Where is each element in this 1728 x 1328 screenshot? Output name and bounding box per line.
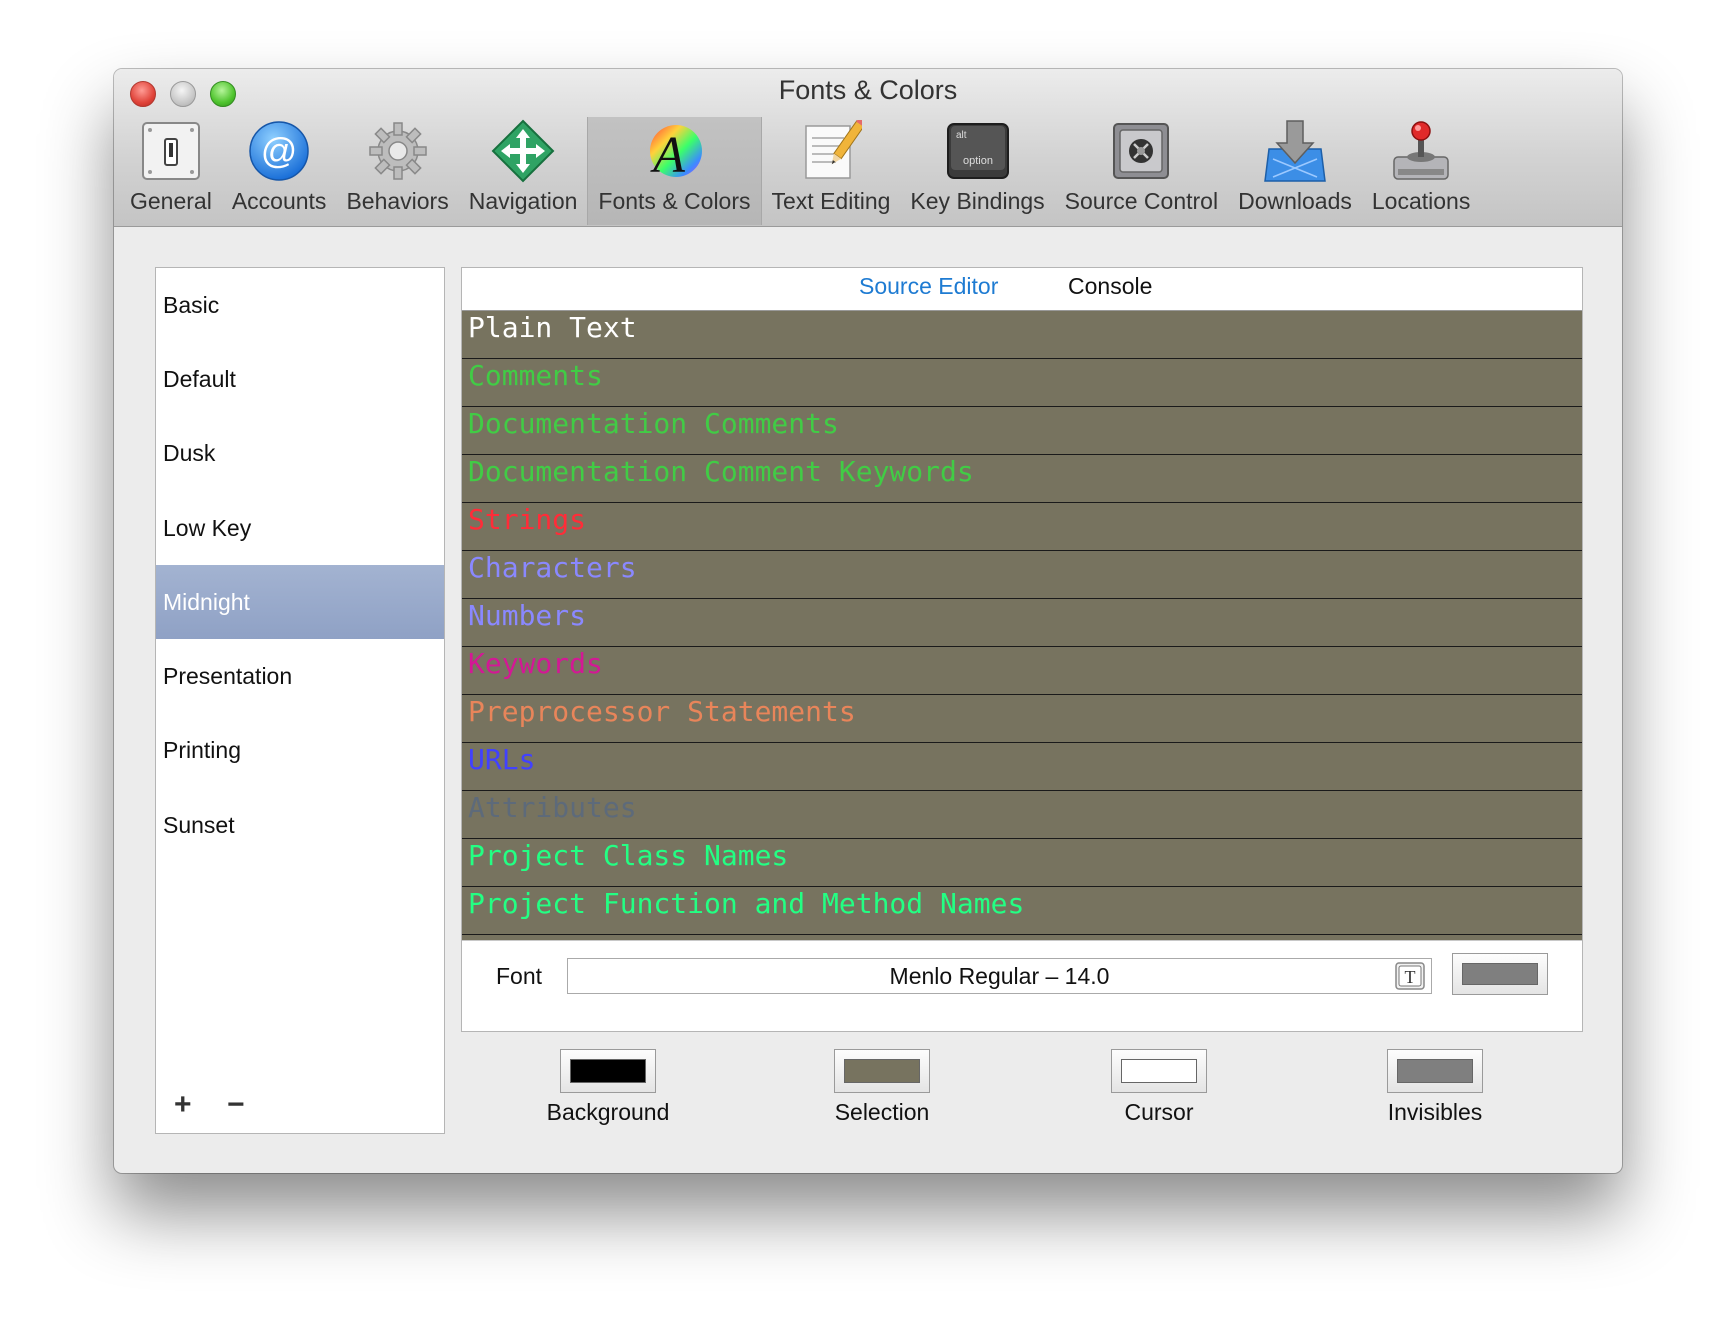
toolbar-key-bindings-label: Key Bindings	[910, 188, 1045, 214]
pencil-paper-icon	[798, 118, 864, 184]
font-row: Font Menlo Regular – 14.0 T	[462, 940, 1582, 1032]
toolbar-behaviors-label: Behaviors	[346, 188, 449, 214]
toolbar-accounts-label: Accounts	[231, 188, 327, 214]
syntax-row[interactable]: Project Class Names	[462, 839, 1582, 887]
invisibles-label: Invisibles	[1387, 1099, 1483, 1125]
syntax-row[interactable]: Comments	[462, 359, 1582, 407]
font-label: Font	[496, 963, 543, 989]
switch-icon	[138, 118, 204, 184]
syntax-colors-panel: Source Editor Console Plain Text Comments…	[461, 267, 1583, 1032]
font-color-fill	[1462, 963, 1538, 985]
theme-item-basic[interactable]: Basic	[156, 268, 444, 342]
background-color-fill	[570, 1059, 646, 1083]
selection-color-well[interactable]	[834, 1049, 930, 1093]
svg-text:@: @	[261, 130, 298, 171]
preferences-toolbar: General @ Accounts Behaviors Navigation …	[120, 117, 1480, 225]
theme-list: Basic Default Dusk Low Key Midnight Pres…	[155, 267, 445, 1134]
gear-icon	[365, 118, 431, 184]
selection-label: Selection	[834, 1099, 930, 1125]
syntax-element-list[interactable]: Plain Text Comments Documentation Comments…	[462, 310, 1582, 941]
option-key-icon: alt option	[945, 118, 1011, 184]
tab-console[interactable]: Console	[1068, 273, 1152, 300]
cursor-color-well[interactable]	[1111, 1049, 1207, 1093]
background-color-well[interactable]	[560, 1049, 656, 1093]
tab-source-editor[interactable]: Source Editor	[859, 273, 998, 300]
syntax-row[interactable]: Plain Text	[462, 311, 1582, 359]
toolbar-locations-label: Locations	[1371, 188, 1471, 214]
toolbar-downloads-label: Downloads	[1238, 188, 1352, 214]
toolbar-fonts-colors[interactable]: A Fonts & Colors	[587, 117, 762, 225]
theme-item-presentation[interactable]: Presentation	[156, 639, 444, 713]
preferences-window: Fonts & Colors General @ Accounts Behavi…	[114, 69, 1622, 1173]
toolbar-behaviors[interactable]: Behaviors	[336, 117, 458, 225]
cursor-color-fill	[1121, 1059, 1197, 1083]
theme-item-dusk[interactable]: Dusk	[156, 416, 444, 490]
editor-tabs: Source Editor Console	[462, 268, 1582, 310]
remove-theme-button[interactable]: −	[227, 1088, 245, 1122]
selection-color-fill	[844, 1059, 920, 1083]
toolbar-fonts-colors-label: Fonts & Colors	[598, 188, 751, 214]
font-value: Menlo Regular – 14.0	[889, 963, 1110, 989]
syntax-row[interactable]: URLs	[462, 743, 1582, 791]
invisibles-color-well[interactable]	[1387, 1049, 1483, 1093]
syntax-row[interactable]: Documentation Comment Keywords	[462, 455, 1582, 503]
download-arrow-icon	[1262, 118, 1328, 184]
theme-item-midnight[interactable]: Midnight	[156, 565, 444, 639]
syntax-row[interactable]: Project Function and Method Names	[462, 887, 1582, 935]
syntax-row[interactable]: Documentation Comments	[462, 407, 1582, 455]
theme-item-default[interactable]: Default	[156, 342, 444, 416]
toolbar-source-control[interactable]: Source Control	[1055, 117, 1228, 225]
toolbar-navigation-label: Navigation	[468, 188, 578, 214]
background-label: Background	[546, 1099, 670, 1125]
window-title: Fonts & Colors	[778, 75, 958, 105]
safe-icon	[1108, 118, 1174, 184]
syntax-row[interactable]: Numbers	[462, 599, 1582, 647]
theme-item-printing[interactable]: Printing	[156, 713, 444, 787]
toolbar-locations[interactable]: Locations	[1362, 117, 1480, 225]
add-theme-button[interactable]: +	[174, 1088, 192, 1122]
syntax-row[interactable]: Characters	[462, 551, 1582, 599]
title-bar: Fonts & Colors General @ Accounts Behavi…	[114, 69, 1622, 227]
font-field[interactable]: Menlo Regular – 14.0 T	[567, 958, 1432, 994]
toolbar-navigation[interactable]: Navigation	[459, 117, 588, 225]
toolbar-general[interactable]: General	[120, 117, 222, 225]
at-sign-icon: @	[246, 118, 312, 184]
color-font-icon: A	[641, 118, 707, 184]
toolbar-downloads[interactable]: Downloads	[1228, 117, 1362, 225]
syntax-row[interactable]: Preprocessor Statements	[462, 695, 1582, 743]
toolbar-key-bindings[interactable]: alt option Key Bindings	[900, 117, 1054, 225]
theme-item-low-key[interactable]: Low Key	[156, 491, 444, 565]
toolbar-text-editing[interactable]: Text Editing	[762, 117, 901, 225]
toolbar-source-control-label: Source Control	[1064, 188, 1219, 214]
syntax-row[interactable]: Strings	[462, 503, 1582, 551]
syntax-row[interactable]: Keywords	[462, 647, 1582, 695]
svg-text:A: A	[651, 127, 686, 182]
theme-item-sunset[interactable]: Sunset	[156, 788, 444, 862]
key-alt-text: alt	[956, 130, 967, 141]
cursor-label: Cursor	[1124, 1099, 1194, 1125]
font-color-well[interactable]	[1452, 953, 1548, 995]
font-picker-icon[interactable]: T	[1395, 962, 1425, 990]
navigation-arrows-icon	[490, 118, 556, 184]
joystick-disk-icon	[1388, 118, 1454, 184]
toolbar-general-label: General	[130, 188, 212, 214]
syntax-row[interactable]: Attributes	[462, 791, 1582, 839]
svg-text:T: T	[1405, 967, 1416, 987]
invisibles-color-fill	[1397, 1059, 1473, 1083]
key-option-text: option	[963, 155, 993, 167]
toolbar-text-editing-label: Text Editing	[771, 188, 891, 214]
toolbar-accounts[interactable]: @ Accounts	[222, 117, 337, 225]
